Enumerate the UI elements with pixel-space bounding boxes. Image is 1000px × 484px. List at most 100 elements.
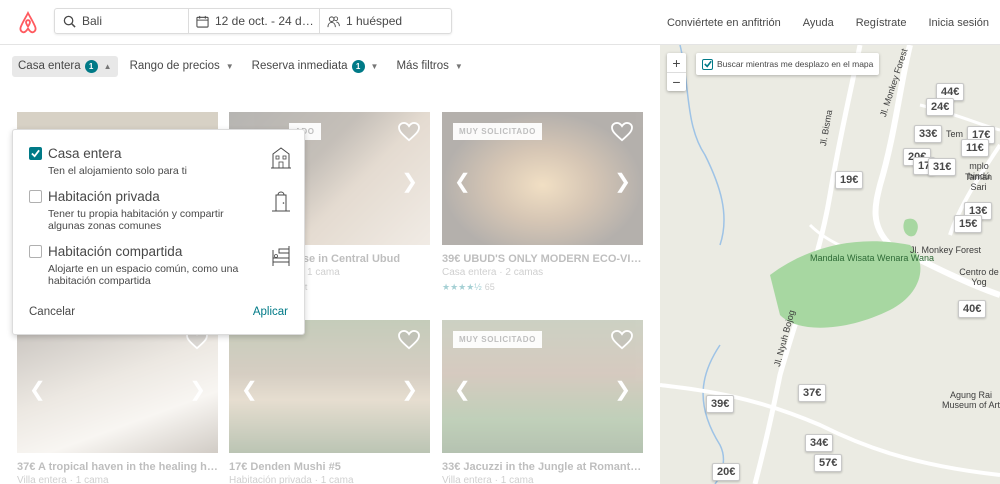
option-description: Tener tu propia habitación y compartir a… <box>48 208 224 232</box>
option-label: Casa entera <box>48 146 122 161</box>
become-host-link[interactable]: Conviértete en anfitrión <box>667 17 781 29</box>
home-type-label: Casa entera <box>18 60 81 72</box>
search-as-move-checkbox[interactable] <box>702 58 713 70</box>
place-label: Centro de Yog <box>959 267 999 287</box>
login-link[interactable]: Inicia sesión <box>928 17 989 29</box>
signup-link[interactable]: Regístrate <box>856 17 907 29</box>
listing-photo[interactable]: ❮ ❯ <box>229 320 430 453</box>
search-bar[interactable]: Bali 12 de oct. - 24 de oct. 1 huésped <box>54 8 452 34</box>
chevron-down-icon: ▼ <box>225 61 234 71</box>
listing-photo[interactable]: MUY SOLICITADO ❮ ❯ <box>442 112 643 245</box>
listing-card[interactable]: ❮ ❯ 37€ A tropical haven in the healing … <box>17 320 218 484</box>
road-label: Jl. Monkey Forest <box>910 245 982 255</box>
price-pin[interactable]: 33€ <box>914 125 943 143</box>
location-field[interactable]: Bali <box>55 9 189 33</box>
price-pin[interactable]: 19€ <box>835 171 864 189</box>
chevron-down-icon: ▼ <box>454 61 463 71</box>
prev-photo-icon[interactable]: ❮ <box>29 377 46 402</box>
listing-photo[interactable]: ❮ ❯ <box>17 320 218 453</box>
price-pin[interactable]: 20€ <box>712 463 741 481</box>
listing-title[interactable]: 37€ A tropical haven in the healing he..… <box>17 461 218 473</box>
price-pin[interactable]: 31€ <box>928 158 957 176</box>
next-photo-icon[interactable]: ❯ <box>401 377 418 402</box>
cancel-button[interactable]: Cancelar <box>29 306 75 318</box>
popular-tag: MUY SOLICITADO <box>453 123 542 140</box>
search-as-move-label: Buscar mientras me desplazo en el mapa <box>717 59 874 69</box>
chevron-down-icon: ▼ <box>370 61 379 71</box>
rating-stars: ★★★★½ 65 <box>442 282 643 293</box>
price-pin[interactable]: 24€ <box>926 98 955 116</box>
listing-card[interactable]: MUY SOLICITADO ❮ ❯ 33€ Jacuzzi in the Ju… <box>442 320 643 484</box>
prev-photo-icon[interactable]: ❮ <box>454 169 471 194</box>
next-photo-icon[interactable]: ❯ <box>614 377 631 402</box>
option-entire-home[interactable]: Casa entera Ten el alojamiento solo para… <box>29 146 294 177</box>
price-pin[interactable]: 39€ <box>706 395 735 413</box>
next-photo-icon[interactable]: ❯ <box>401 169 418 194</box>
option-label: Habitación compartida <box>48 244 183 259</box>
option-description: Alojarte en un espacio común, como una h… <box>48 263 239 287</box>
review-count: 65 <box>484 282 495 292</box>
checkbox-private-room[interactable] <box>29 190 42 203</box>
guests-icon <box>327 15 340 27</box>
listing-card[interactable]: MUY SOLICITADO ❮ ❯ 39€ UBUD'S ONLY MODER… <box>442 112 643 293</box>
house-icon <box>271 147 291 169</box>
results-panel: Casa entera 1 ▲ Rango de precios ▼ Reser… <box>0 45 660 484</box>
zoom-out-button[interactable]: − <box>667 72 686 91</box>
place-label: Taman Sari <box>964 172 992 192</box>
prev-photo-icon[interactable]: ❮ <box>241 377 258 402</box>
listing-subtitle: Casa entera · 2 camas <box>442 267 544 278</box>
apply-button[interactable]: Aplicar <box>253 306 288 318</box>
home-type-filter[interactable]: Casa entera 1 ▲ <box>12 55 118 77</box>
listing-card[interactable]: ❮ ❯ 17€ Denden Mushi #5 Habitación priva… <box>229 320 430 484</box>
dates-value: 12 de oct. - 24 de oct. <box>215 14 319 28</box>
price-pin[interactable]: 37€ <box>798 384 827 402</box>
listing-photo[interactable]: MUY SOLICITADO ❮ ❯ <box>442 320 643 453</box>
heart-icon[interactable] <box>611 122 633 142</box>
top-nav: Conviértete en anfitrión Ayuda Regístrat… <box>667 0 989 45</box>
price-filter[interactable]: Rango de precios ▼ <box>124 56 240 76</box>
more-filters-label: Más filtros <box>396 60 449 72</box>
listing-title[interactable]: 17€ Denden Mushi #5 <box>229 461 430 473</box>
next-photo-icon[interactable]: ❯ <box>614 169 631 194</box>
bunk-bed-icon <box>272 246 290 266</box>
door-icon <box>272 191 290 212</box>
place-label: Tem <box>946 129 964 139</box>
price-pin[interactable]: 11€ <box>961 139 989 157</box>
chevron-up-icon: ▲ <box>103 61 112 71</box>
price-pin[interactable]: 34€ <box>805 434 834 452</box>
more-filters[interactable]: Más filtros ▼ <box>390 56 468 76</box>
price-pin[interactable]: 40€ <box>958 300 987 318</box>
checkbox-entire-home[interactable] <box>29 147 42 160</box>
instant-book-badge: 1 <box>351 59 365 73</box>
search-as-move-toggle[interactable]: Buscar mientras me desplazo en el mapa <box>696 53 880 75</box>
option-private-room[interactable]: Habitación privada Tener tu propia habit… <box>29 189 294 232</box>
instant-book-filter[interactable]: Reserva inmediata 1 ▼ <box>246 56 385 77</box>
check-icon <box>703 60 712 68</box>
checkbox-shared-room[interactable] <box>29 245 42 258</box>
zoom-in-button[interactable]: + <box>667 53 686 72</box>
zoom-controls: + − <box>667 53 686 91</box>
location-value: Bali <box>82 14 103 28</box>
home-type-badge: 1 <box>84 59 98 73</box>
price-pin[interactable]: 57€ <box>814 454 843 472</box>
listing-title[interactable]: 33€ Jacuzzi in the Jungle at Romantic ..… <box>442 461 643 473</box>
listing-title[interactable]: 39€ UBUD'S ONLY MODERN ECO-VIL... <box>442 253 643 265</box>
prev-photo-icon[interactable]: ❮ <box>454 377 471 402</box>
heart-icon[interactable] <box>611 330 633 350</box>
next-photo-icon[interactable]: ❯ <box>189 377 206 402</box>
guests-value: 1 huésped <box>346 14 403 28</box>
check-icon <box>31 149 40 158</box>
home-type-dropdown: Casa entera Ten el alojamiento solo para… <box>12 129 305 335</box>
place-label: Agung Rai Museum of Art <box>941 390 1000 410</box>
heart-icon[interactable] <box>398 122 420 142</box>
option-shared-room[interactable]: Habitación compartida Alojarte en un esp… <box>29 244 294 287</box>
map-panel[interactable]: + − Buscar mientras me desplazo en el ma… <box>660 45 1000 484</box>
guests-field[interactable]: 1 huésped <box>320 9 402 33</box>
price-pin[interactable]: 15€ <box>954 215 983 233</box>
listing-subtitle: Villa entera · 1 cama <box>442 475 534 484</box>
help-link[interactable]: Ayuda <box>803 17 834 29</box>
dates-field[interactable]: 12 de oct. - 24 de oct. <box>189 9 320 33</box>
heart-icon[interactable] <box>398 330 420 350</box>
listing-subtitle: Habitación privada · 1 cama <box>229 475 354 484</box>
airbnb-logo-icon[interactable] <box>16 11 40 35</box>
